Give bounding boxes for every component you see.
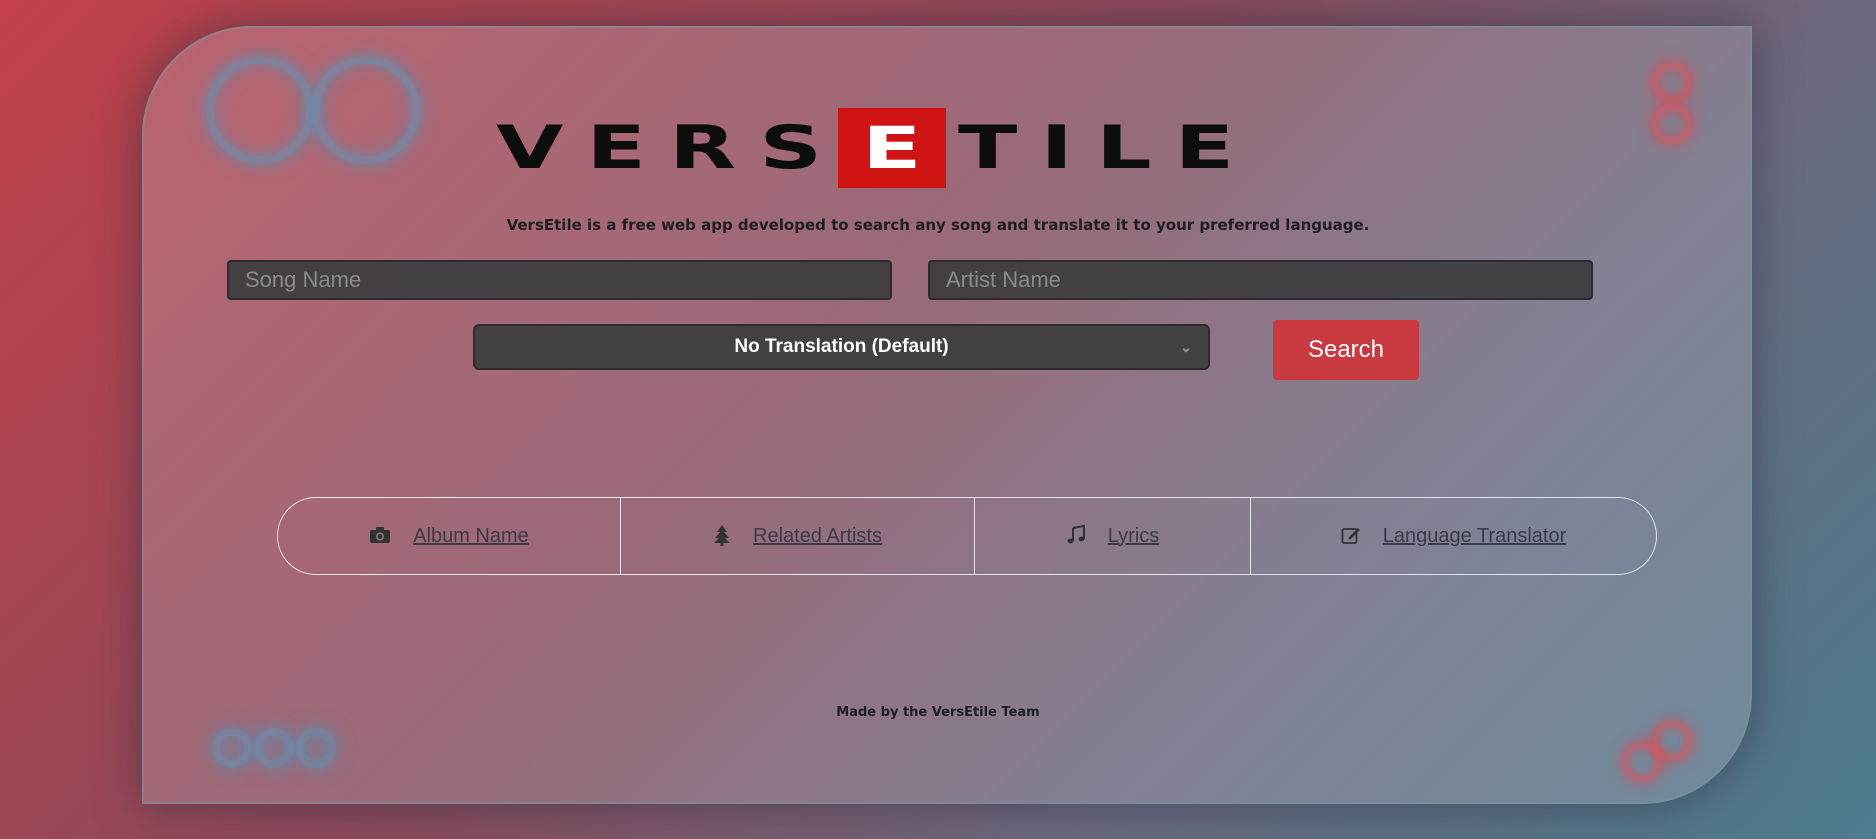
nav-label-lyrics[interactable]: Lyrics [1108, 525, 1159, 548]
nav-label-related-artists[interactable]: Related Artists [753, 525, 882, 548]
footer-credit: Made by the VersEtile Team [836, 705, 1040, 720]
nav-item-album-name[interactable]: Album Name [278, 498, 621, 574]
decorative-ring [1652, 62, 1692, 102]
search-button[interactable]: Search [1273, 320, 1419, 380]
decorative-ring [206, 56, 314, 164]
decorative-ring [254, 728, 294, 768]
translation-select-value: No Translation (Default) [734, 336, 949, 357]
nav-item-related-artists[interactable]: Related Artists [621, 498, 975, 574]
nav-label-language-translator[interactable]: Language Translator [1383, 525, 1566, 548]
logo: VERS E TILE [496, 108, 1234, 188]
decorative-ring [296, 728, 336, 768]
logo-emblem: E [838, 108, 946, 188]
camera-icon [369, 526, 391, 547]
music-icon [1066, 524, 1086, 548]
edit-icon [1341, 525, 1361, 548]
logo-text-right: TILE [958, 113, 1258, 183]
nav-item-language-translator[interactable]: Language Translator [1251, 498, 1656, 574]
nav-label-album-name[interactable]: Album Name [413, 525, 529, 548]
chevron-down-icon: ⌄ [1180, 339, 1192, 355]
logo-emblem-letter: E [862, 114, 922, 182]
decorative-ring [212, 728, 252, 768]
tagline: VersEtile is a free web app developed to… [506, 216, 1370, 234]
song-name-input[interactable]: Song Name [227, 260, 892, 300]
decorative-ring [312, 56, 420, 164]
translation-select[interactable]: No Translation (Default) ⌄ [473, 324, 1210, 370]
decorative-ring [1652, 104, 1692, 144]
feature-nav: Album Name Related Artists Lyrics Langua… [277, 497, 1657, 575]
decorative-ring [1622, 742, 1662, 782]
logo-text-left: VERS [496, 113, 846, 183]
artist-name-input[interactable]: Artist Name [928, 260, 1593, 300]
nav-item-lyrics[interactable]: Lyrics [975, 498, 1251, 574]
tree-icon [713, 524, 731, 549]
